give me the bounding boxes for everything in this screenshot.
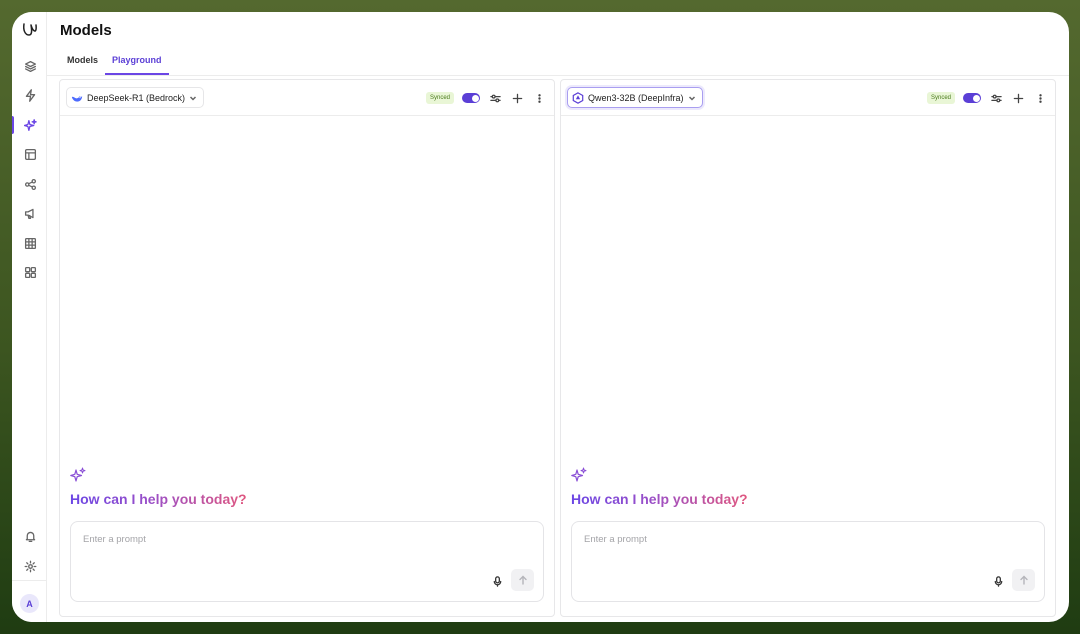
prompt-input[interactable]: [83, 534, 483, 545]
model-name: Qwen3-32B (DeepInfra): [588, 92, 684, 103]
send-button[interactable]: [1012, 569, 1035, 591]
sidebar: A: [12, 12, 47, 622]
synced-badge: Synced: [926, 92, 955, 104]
active-indicator: [12, 116, 14, 134]
page-title: Models: [60, 22, 112, 39]
panel-header: DeepSeek-R1 (Bedrock) Synced: [60, 80, 554, 116]
layers-icon[interactable]: [22, 58, 38, 74]
more-vertical-icon[interactable]: [1033, 91, 1047, 105]
chevron-down-icon: [688, 95, 695, 101]
tabs-divider: [47, 75, 1069, 76]
panel-header: Qwen3-32B (DeepInfra) Synced: [561, 80, 1055, 116]
tab-bar: Models Playground: [60, 54, 169, 76]
welcome-heading: How can I help you today?: [571, 491, 748, 507]
model-name: DeepSeek-R1 (Bedrock): [87, 92, 186, 103]
tab-models[interactable]: Models: [60, 54, 105, 75]
model-selector[interactable]: DeepSeek-R1 (Bedrock): [66, 87, 205, 108]
playground-panel-left: DeepSeek-R1 (Bedrock) Synced How can I h…: [59, 79, 555, 617]
bell-icon[interactable]: [22, 528, 38, 544]
plus-icon[interactable]: [1011, 91, 1025, 105]
grid-icon[interactable]: [22, 264, 38, 280]
microphone-icon[interactable]: [490, 574, 504, 588]
layout-icon[interactable]: [22, 146, 38, 162]
welcome-heading: How can I help you today?: [70, 491, 247, 507]
gear-icon[interactable]: [22, 558, 38, 574]
plus-icon[interactable]: [510, 91, 524, 105]
more-vertical-icon[interactable]: [532, 91, 546, 105]
sparkles-icon[interactable]: [22, 117, 38, 133]
prompt-box: [70, 521, 544, 602]
share-icon[interactable]: [22, 176, 38, 192]
tab-playground[interactable]: Playground: [105, 54, 169, 75]
panel-actions: Synced: [926, 89, 1047, 107]
sync-toggle[interactable]: [963, 93, 981, 103]
avatar[interactable]: A: [20, 594, 39, 613]
chevron-down-icon: [190, 95, 197, 101]
bolt-icon[interactable]: [22, 87, 38, 103]
synced-badge: Synced: [425, 92, 454, 104]
prompt-box: [571, 521, 1045, 602]
send-button[interactable]: [511, 569, 534, 591]
sidebar-divider: [12, 580, 47, 581]
arrow-up-icon: [518, 575, 527, 585]
arrow-up-icon: [1019, 575, 1028, 585]
sliders-icon[interactable]: [989, 91, 1003, 105]
app-window: A Models Models Playground DeepSeek-R1 (…: [12, 12, 1069, 622]
prompt-input[interactable]: [584, 534, 984, 545]
sliders-icon[interactable]: [488, 91, 502, 105]
sync-toggle[interactable]: [462, 93, 480, 103]
sparkles-icon: [70, 467, 86, 483]
sparkles-icon: [571, 467, 587, 483]
panel-actions: Synced: [425, 89, 546, 107]
deepseek-whale-icon: [71, 92, 83, 104]
qwen-icon: [572, 91, 584, 104]
megaphone-icon[interactable]: [22, 205, 38, 221]
model-selector[interactable]: Qwen3-32B (DeepInfra): [567, 87, 703, 108]
table-icon[interactable]: [22, 235, 38, 251]
playground-panel-right: Qwen3-32B (DeepInfra) Synced How can I h…: [560, 79, 1056, 617]
logo-icon[interactable]: [20, 20, 40, 40]
microphone-icon[interactable]: [991, 574, 1005, 588]
